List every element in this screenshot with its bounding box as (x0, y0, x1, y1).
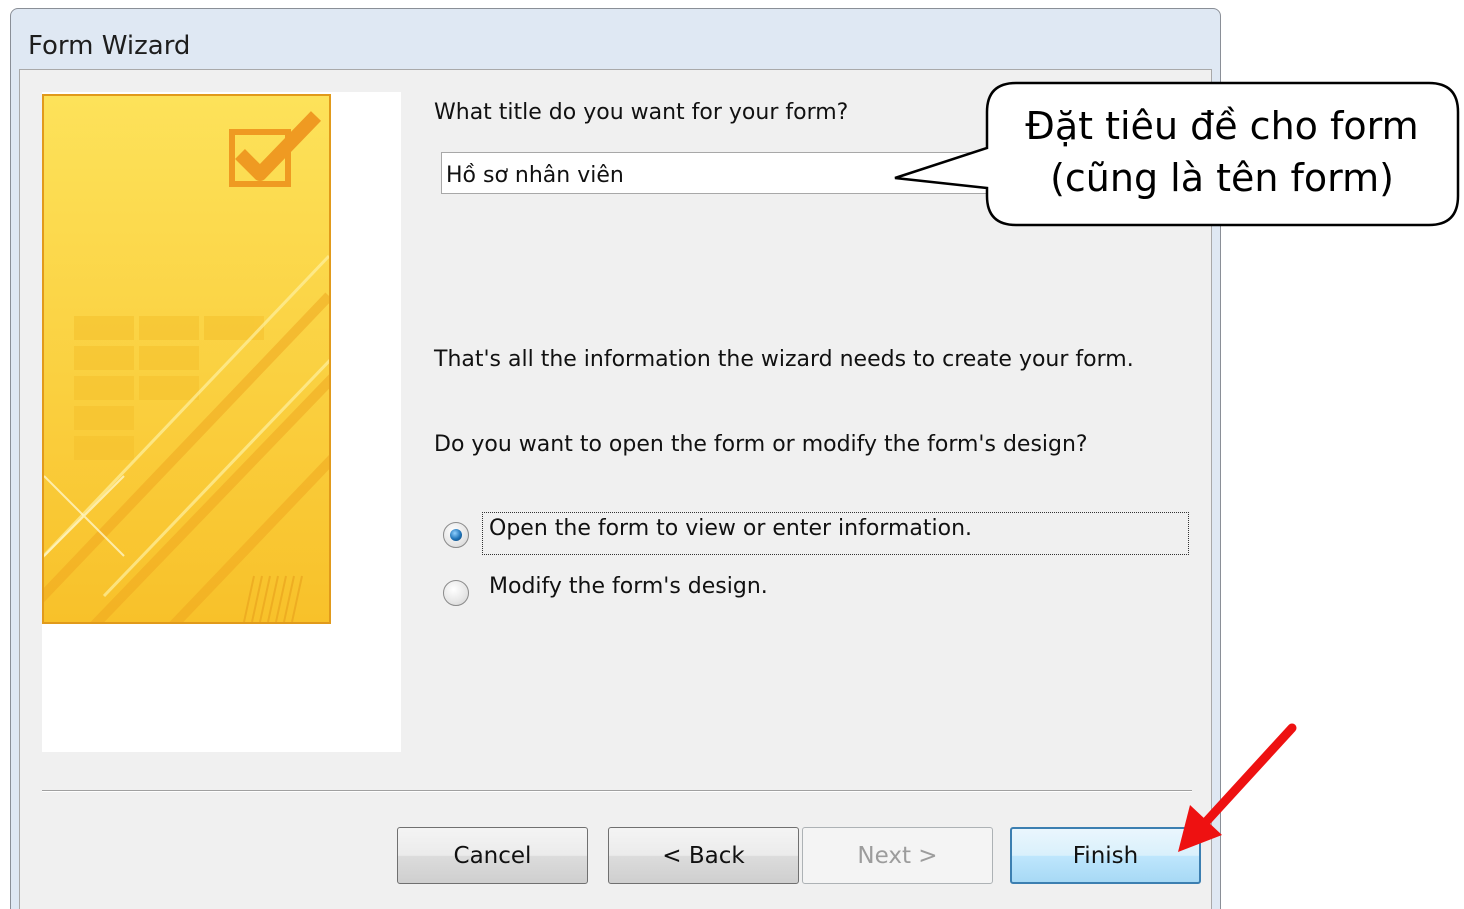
callout-text: Đặt tiêu đề cho form (cũng là tên form) (977, 100, 1464, 204)
back-button[interactable]: < Back (608, 827, 799, 884)
info-text: That's all the information the wizard ne… (434, 347, 1134, 372)
option-modify-design-label[interactable]: Modify the form's design. (485, 572, 772, 601)
option-open-form-label[interactable]: Open the form to view or enter informati… (485, 514, 976, 543)
title-bar[interactable]: Form Wizard (11, 9, 1220, 69)
form-title-input[interactable] (441, 152, 1001, 194)
wizard-banner-image (42, 94, 331, 624)
radio-modify-design[interactable] (443, 580, 469, 606)
callout-line-2: (cũng là tên form) (1050, 156, 1394, 200)
finish-button[interactable]: Finish (1010, 827, 1201, 884)
window-title: Form Wizard (28, 31, 191, 61)
banner-artwork (44, 96, 329, 622)
cancel-button[interactable]: Cancel (397, 827, 588, 884)
button-separator (42, 790, 1192, 792)
question-text: Do you want to open the form or modify t… (434, 432, 1088, 457)
radio-open-form[interactable] (443, 522, 469, 548)
next-button[interactable]: Next > (802, 827, 993, 884)
title-prompt: What title do you want for your form? (434, 100, 849, 125)
screen: Form Wizard What title do you want for y… (0, 0, 1464, 909)
callout-line-1: Đặt tiêu đề cho form (1025, 104, 1419, 148)
